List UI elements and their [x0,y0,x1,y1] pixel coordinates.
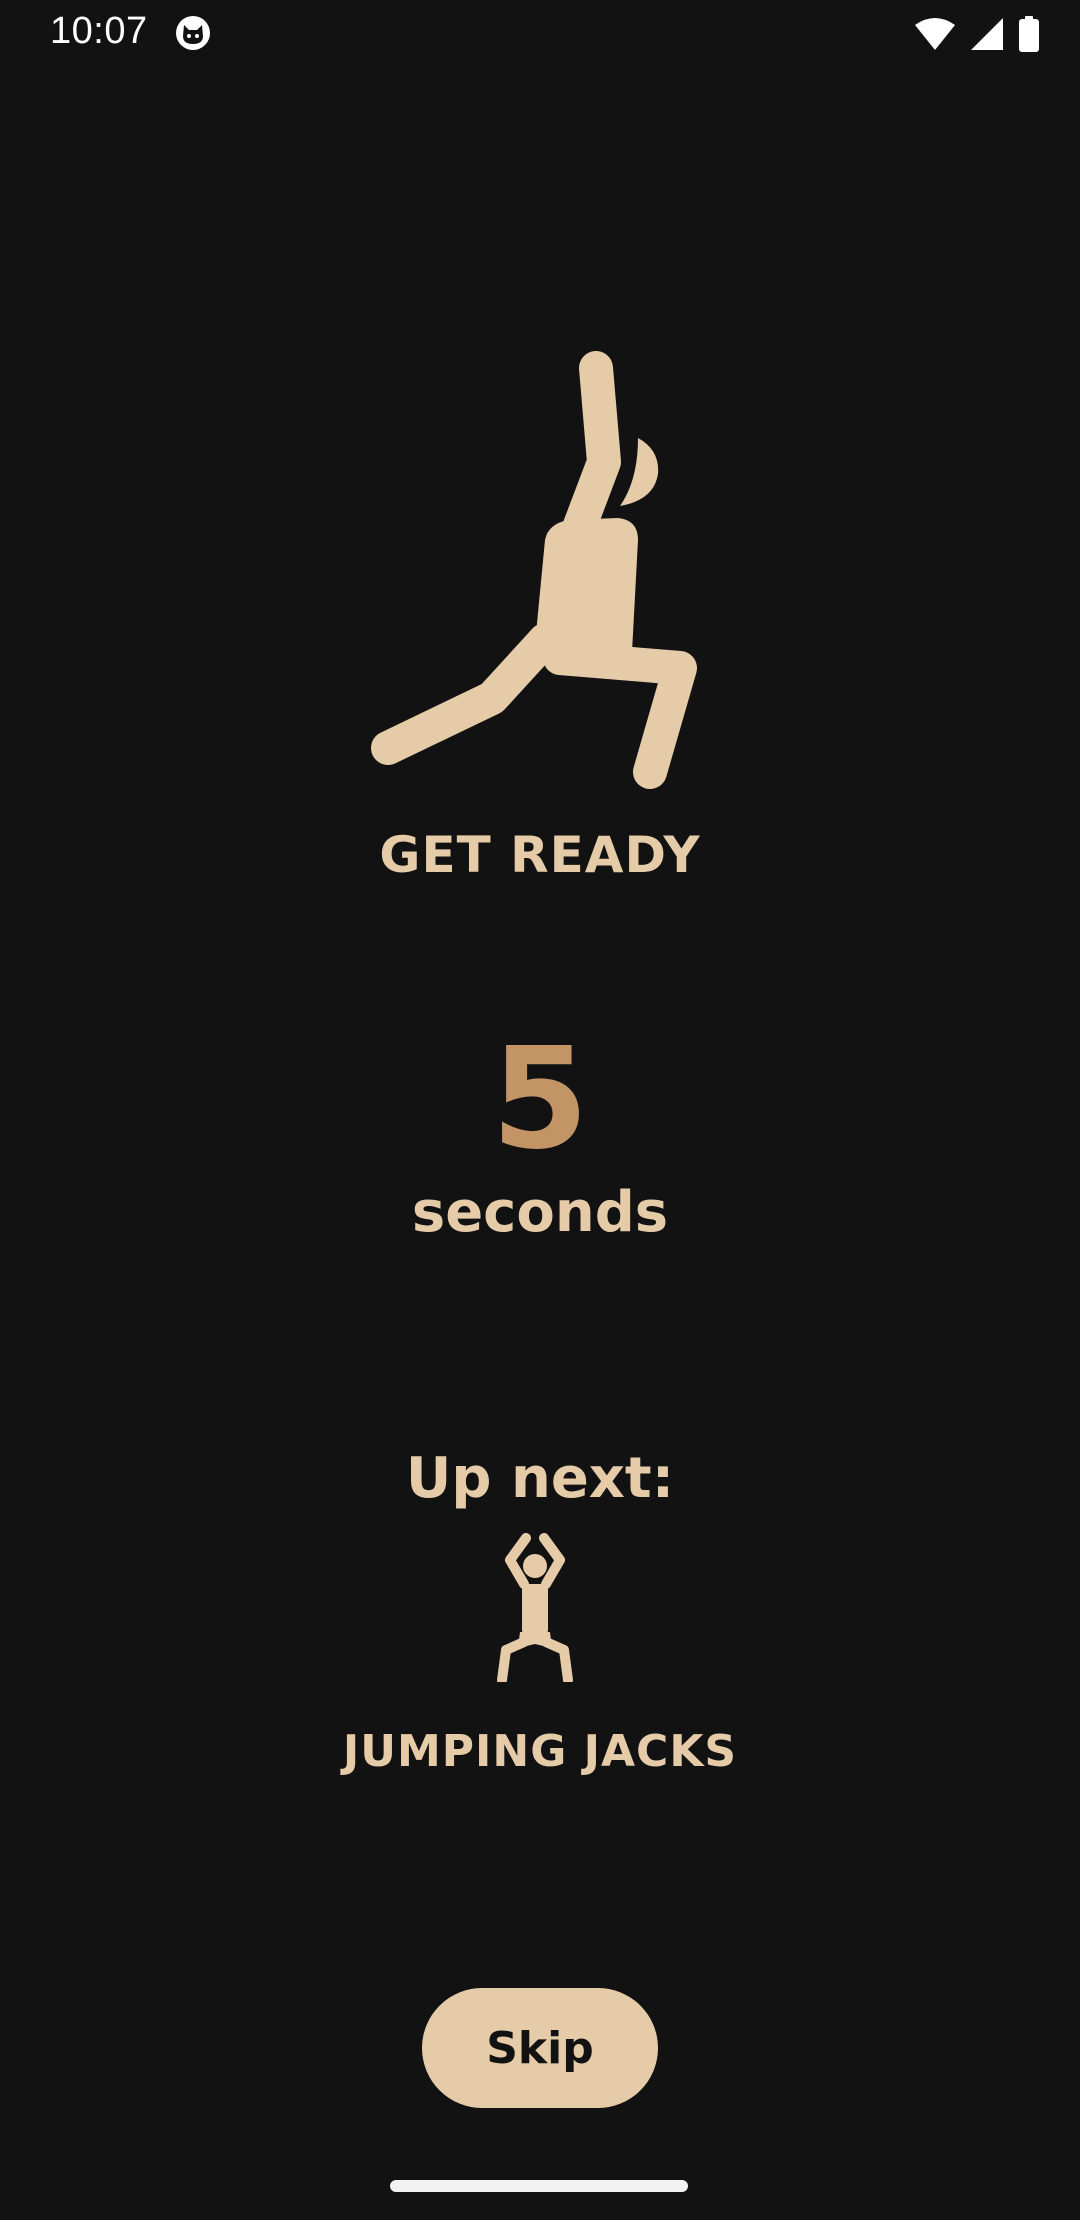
lunge-stretch-figure-icon [371,351,697,789]
status-time: 10:07 [50,10,148,52]
jumping-jacks-figure-icon [497,1533,573,1682]
status-icons [914,14,1040,54]
up-next-label: Up next: [405,1446,675,1511]
home-indicator[interactable] [390,2180,688,2192]
battery-icon [1019,16,1039,52]
skip-button[interactable]: Skip [422,1988,658,2108]
app-cat-icon [176,16,210,50]
wifi-icon [915,18,955,50]
countdown-unit: seconds [411,1180,669,1245]
cellular-signal-icon [971,18,1003,50]
status-bar: 10:07 [0,0,1080,66]
status-label: GET READY [379,826,701,884]
countdown-value: 5 [491,1018,589,1181]
next-exercise-name: JUMPING JACKS [342,1726,738,1777]
